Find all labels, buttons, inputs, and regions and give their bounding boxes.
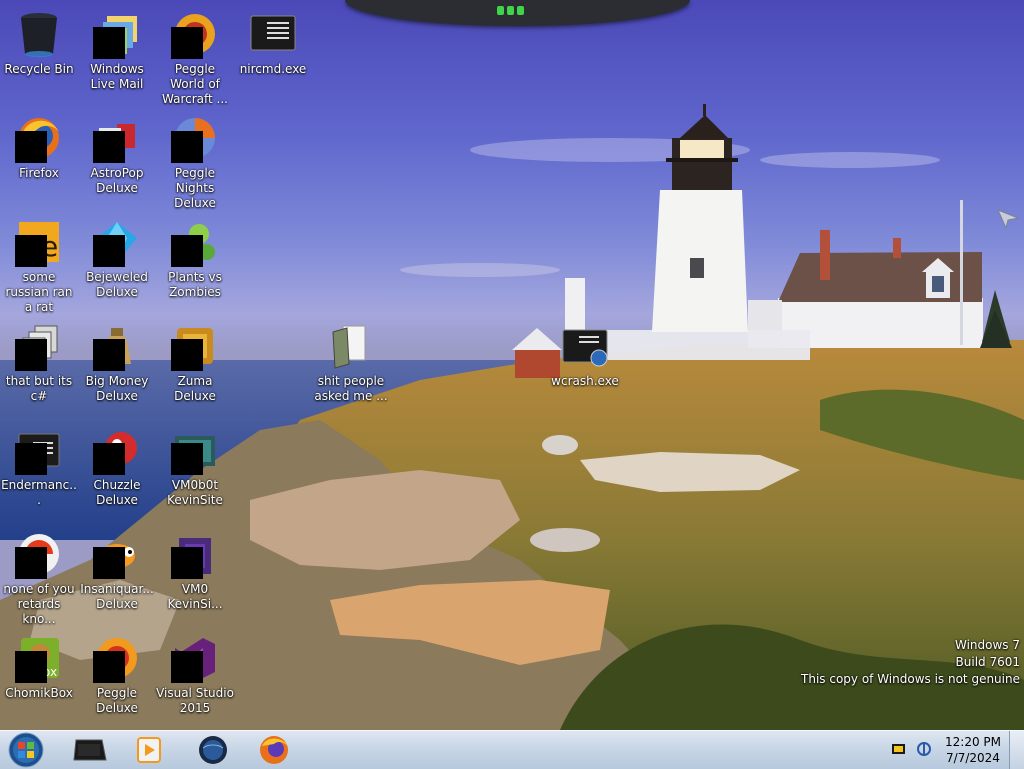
taskbar-firefox-button[interactable] [245, 732, 303, 768]
redacted-overlay [15, 547, 47, 579]
taskbar-terminal-button[interactable] [60, 732, 118, 768]
desktop-icon-recycle-bin[interactable]: Recycle Bin [0, 4, 78, 88]
taskbar-media-player-button[interactable] [120, 732, 178, 768]
desktop-icon-label: that but its c# [5, 374, 73, 403]
desktop-icon-peggle-deluxe[interactable]: Peggle Deluxe [78, 628, 156, 715]
desktop-icon-windows-live-mail[interactable]: Windows Live Mail [78, 4, 156, 91]
desktop-icon-label: AstroPop Deluxe [90, 166, 144, 195]
desktop-icon-insaniquarium[interactable]: Insaniquar... Deluxe [78, 524, 156, 611]
status-light-icon [497, 6, 504, 15]
redacted-overlay [171, 651, 203, 683]
clock-time: 12:20 PM [945, 735, 1001, 749]
desktop-icon-peggle-nights[interactable]: Peggle Nights Deluxe [156, 108, 234, 210]
redacted-overlay [93, 339, 125, 371]
executable-icon [250, 15, 296, 51]
desktop-icon-bejeweled[interactable]: Bejeweled Deluxe [78, 212, 156, 299]
desktop-icon-zuma[interactable]: Zuma Deluxe [156, 316, 234, 403]
battery-icon[interactable] [891, 742, 907, 756]
desktop-icon-label: Bejeweled Deluxe [86, 270, 148, 299]
desktop-icon-label: some russian ran a rat [5, 270, 73, 314]
start-button[interactable] [6, 731, 46, 769]
windows-genuine-watermark: Windows 7 Build 7601 This copy of Window… [801, 637, 1020, 688]
watermark-build: Build 7601 [955, 655, 1020, 669]
desktop-icon-label: Peggle World of Warcraft ... [162, 62, 228, 106]
redacted-overlay [93, 235, 125, 267]
redacted-overlay [171, 131, 203, 163]
desktop-icon-label: Visual Studio 2015 [156, 686, 234, 715]
desktop-icon-label: Firefox [19, 166, 59, 180]
executable-icon [562, 329, 608, 367]
watermark-notice: This copy of Windows is not genuine [801, 672, 1020, 686]
redacted-overlay [93, 27, 125, 59]
desktop-icon-label: nircmd.exe [239, 62, 307, 76]
watermark-os: Windows 7 [954, 638, 1020, 652]
show-desktop-button[interactable] [1009, 731, 1024, 769]
desktop-icon-label: Plants vs Zombies [168, 270, 222, 299]
desktop-icon-chuzzle[interactable]: Chuzzle Deluxe [78, 420, 156, 507]
redacted-overlay [15, 131, 47, 163]
desktop-icon-wcrash[interactable]: wcrash.exe [546, 316, 624, 400]
desktop-icon-label: wcrash.exe [551, 374, 619, 388]
redacted-overlay [15, 339, 47, 371]
desktop-icon-label: none of you retards kno... [3, 582, 75, 626]
desktop-icon-label: Chuzzle Deluxe [93, 478, 141, 507]
desktop-icon-vm0-kevinsite[interactable]: VM0 KevinSi... [156, 524, 234, 611]
redacted-overlay [93, 651, 125, 683]
redacted-overlay [15, 651, 47, 683]
paper-plane-icon [997, 209, 1020, 230]
desktop-icon-big-money[interactable]: Big Money Deluxe [78, 316, 156, 403]
desktop-icon-label: Endermanc... [1, 478, 77, 507]
redacted-overlay [93, 547, 125, 579]
taskbar-globe-button[interactable] [184, 732, 242, 768]
desktop-icon-firefox[interactable]: Firefox [0, 108, 78, 192]
redacted-overlay [171, 27, 203, 59]
desktop-icon-vm0b0t-kevinsite[interactable]: VM0b0t KevinSite [156, 420, 234, 507]
desktop-icon-label: Insaniquar... Deluxe [80, 582, 154, 611]
desktop-icon-that-but-csharp[interactable]: that but its c# [0, 316, 78, 403]
desktop-icon-label: ChomikBox [5, 686, 73, 700]
desktop-icon-chomikbox[interactable]: ox ChomikBox [0, 628, 78, 712]
desktop-icon-nircmd[interactable]: nircmd.exe [234, 4, 312, 88]
desktop-icon-label: Big Money Deluxe [85, 374, 149, 403]
folder-icon [332, 325, 366, 369]
redacted-overlay [15, 235, 47, 267]
status-light-icon [507, 6, 514, 15]
redacted-overlay [171, 339, 203, 371]
desktop-icon-label: VM0b0t KevinSite [167, 478, 223, 507]
desktop-icon-peggle-wow[interactable]: Peggle World of Warcraft ... [156, 4, 234, 106]
redacted-overlay [171, 235, 203, 267]
recycle-bin-icon [21, 13, 57, 57]
desktop-icon-label: Peggle Nights Deluxe [174, 166, 216, 210]
system-clock[interactable]: 12:20 PM 7/7/2024 [930, 734, 1016, 766]
clock-date: 7/7/2024 [946, 751, 1000, 765]
desktop-icon-visual-studio[interactable]: Visual Studio 2015 [156, 628, 234, 715]
status-light-icon [517, 6, 524, 15]
desktop-icon-label: Windows Live Mail [90, 62, 144, 91]
redacted-overlay [171, 547, 203, 579]
desktop-icon-astropop[interactable]: AstroPop Deluxe [78, 108, 156, 195]
desktop-icon-label: Zuma Deluxe [174, 374, 216, 403]
taskbar: 12:20 PM 7/7/2024 [0, 730, 1024, 769]
desktop-icon-russian-rat[interactable]: e some russian ran a rat [0, 212, 78, 314]
desktop-icon-label: Recycle Bin [4, 62, 74, 76]
desktop-icon-none-of-you[interactable]: none of you retards kno... [0, 524, 78, 626]
redacted-overlay [171, 443, 203, 475]
desktop-icon-endermanch[interactable]: Endermanc... [0, 420, 78, 507]
desktop-icon-plants-vs-zombies[interactable]: Plants vs Zombies [156, 212, 234, 299]
redacted-overlay [93, 443, 125, 475]
desktop-icon-label: shit people asked me ... [314, 374, 388, 403]
desktop-icon-label: VM0 KevinSi... [167, 582, 223, 611]
desktop-icon-label: Peggle Deluxe [96, 686, 138, 715]
desktop-icon-shit-people-asked[interactable]: shit people asked me ... [312, 316, 390, 403]
redacted-overlay [93, 131, 125, 163]
desktop: Recycle Bin Firefox e some russian ran a… [0, 0, 1024, 730]
redacted-overlay [15, 443, 47, 475]
